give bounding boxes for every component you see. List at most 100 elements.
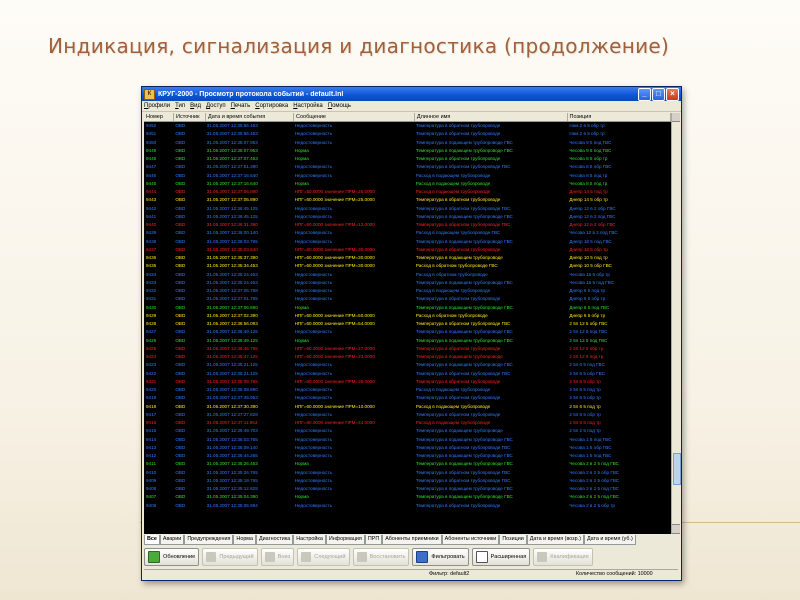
table-row[interactable]: 9410 OBD 31.05.2007 12:35:26.765 Недостовер…: [144, 469, 671, 477]
previous-button[interactable]: Предыдущий: [202, 548, 258, 566]
scroll-up-icon[interactable]: [672, 113, 680, 122]
tab-warnings[interactable]: Предупреждения: [184, 535, 234, 545]
tab-diagnostics[interactable]: Диагностика: [256, 535, 294, 545]
extended-button[interactable]: Расширенная: [471, 548, 531, 566]
column-header-source[interactable]: Источник: [174, 113, 207, 121]
tab-all[interactable]: Все: [144, 535, 160, 545]
window-titlebar[interactable]: К КРУГ-2000 - Просмотр протокола событий…: [142, 87, 681, 101]
cell-source: OBD: [175, 230, 186, 236]
tab-positions[interactable]: Позиции: [499, 535, 527, 545]
table-row[interactable]: 9430 OBD 31.05.2007 12:37:06.890 Норма Темпе…: [144, 304, 671, 312]
table-row[interactable]: 9439 OBD 31.05.2007 12:36:00.140 Недостовер…: [144, 229, 671, 237]
table-row[interactable]: 9433 OBD 31.05.2007 12:35:24.453 Недостовер…: [144, 279, 671, 287]
cell-datetime: 31.05.2007 12:35:03.640: [206, 246, 258, 252]
table-row[interactable]: 9409 OBD 31.05.2007 12:35:19.765 Недостовер…: [144, 477, 671, 485]
qualification-button[interactable]: Квалификация: [533, 548, 593, 566]
tab-datetime-desc[interactable]: Дата и время (уб.): [583, 535, 636, 545]
table-row[interactable]: 9413 OBD 31.05.2007 12:36:09.140 Недостовер…: [144, 444, 671, 452]
column-header-long-name[interactable]: Длинное имя: [415, 113, 568, 121]
table-row[interactable]: 9426 OBD 31.05.2007 12:36:49.125 Норма Темпе…: [144, 337, 671, 345]
cell-number: 9428: [146, 321, 157, 326]
close-icon[interactable]: ×: [666, 87, 679, 101]
minimize-icon[interactable]: _: [638, 87, 651, 101]
filter-button[interactable]: Фильтровать: [412, 548, 469, 566]
table-row[interactable]: 9427 OBD 31.05.2007 12:36:49.125 Недостовер…: [144, 328, 671, 336]
table-row[interactable]: 9451 OBD 31.05.2007 12:35:56.453 Недостовер…: [144, 130, 671, 138]
table-row[interactable]: 9419 OBD 31.05.2007 12:37:45.953 Недостовер…: [144, 394, 671, 402]
tab-datetime-asc[interactable]: Дата и время (возр.): [526, 535, 584, 545]
table-row[interactable]: 9438 OBD 31.05.2007 12:36:03.765 Недостовер…: [144, 238, 671, 246]
table-row[interactable]: 9432 OBD 31.05.2007 12:37:06.768 Недостовер…: [144, 287, 671, 295]
menu-profiles[interactable]: Профили: [144, 103, 170, 109]
cell-long-name: Температура в обратном трубопроводе: [415, 411, 501, 417]
table-row[interactable]: 9422 OBD 31.05.2007 12:35:21.125 Недостовер…: [144, 370, 671, 378]
table-row[interactable]: 9428 OBD 31.05.2007 12:36:56.093 НПГ=60.000…: [144, 320, 671, 328]
table-row[interactable]: 9424 OBD 31.05.2007 12:35:47.125 НПГ=60.000…: [144, 353, 671, 361]
table-row[interactable]: 9435 OBD 31.05.2007 12:35:34.453 НПГ=60.000…: [144, 262, 671, 270]
previous-label: Предыдущий: [219, 554, 254, 560]
menu-settings[interactable]: Настройка: [293, 103, 323, 109]
table-row[interactable]: 9417 OBD 31.05.2007 12:37:27.828 Недостовер…: [144, 411, 671, 419]
scroll-down-icon[interactable]: [672, 524, 680, 534]
column-header-datetime[interactable]: Дата и время события: [206, 113, 295, 121]
table-row[interactable]: 9440 OBD 31.05.2007 12:36:31.390 НПГ=60.000…: [144, 221, 671, 229]
table-row[interactable]: 9418 OBD 31.05.2007 12:37:30.390 НПГ=60.000…: [144, 403, 671, 411]
table-row[interactable]: 9408 OBD 31.05.2007 12:35:12.828 Недостовер…: [144, 485, 671, 493]
table-row[interactable]: 9416 OBD 31.05.2007 12:37:11.953 НПГ=60.000…: [144, 419, 671, 427]
tab-information[interactable]: Информация: [325, 535, 365, 545]
table-row[interactable]: 9442 OBD 31.05.2007 12:36:45.125 Недостовер…: [144, 205, 671, 213]
restore-button[interactable]: Восстановить: [352, 548, 410, 566]
table-row[interactable]: 9425 OBD 31.05.2007 12:36:45.765 НПГ=60.000…: [144, 345, 671, 353]
tab-sources[interactable]: Абоненты источники: [441, 535, 500, 545]
column-header-number[interactable]: Номер: [144, 113, 175, 121]
menu-sort[interactable]: Сортировка: [255, 103, 288, 109]
table-row[interactable]: 9443 OBD 31.05.2007 12:37:05.890 НПГ=60.000…: [144, 196, 671, 204]
table-row[interactable]: 9452 OBD 31.05.2007 12:35:56.453 Недостовер…: [144, 122, 671, 130]
table-row[interactable]: 9423 OBD 31.05.2007 12:35:21.125 Недостовер…: [144, 361, 671, 369]
menu-print[interactable]: Печать: [231, 103, 251, 109]
column-header-message[interactable]: Сообщение: [294, 113, 415, 121]
tab-settings[interactable]: Настройка: [293, 535, 326, 545]
down-button[interactable]: Вниз: [260, 548, 295, 566]
table-row[interactable]: 9445 OBD 31.05.2007 12:37:16.640 Норма Расхо…: [144, 180, 671, 188]
column-header-position[interactable]: Позиция: [568, 113, 671, 121]
table-row[interactable]: 9429 OBD 31.05.2007 12:37:02.390 НПГ=60.000…: [144, 312, 671, 320]
table-row[interactable]: 9411 OBD 31.05.2007 12:35:26.453 Норма Темпе…: [144, 460, 671, 468]
maximize-icon[interactable]: □: [652, 87, 665, 101]
table-row[interactable]: 9434 OBD 31.05.2007 12:35:24.453 Недостовер…: [144, 271, 671, 279]
table-row[interactable]: 9450 OBD 31.05.2007 12:35:07.953 Недостовер…: [144, 139, 671, 147]
cell-position: Чесова 9 5 под ГВС: [569, 147, 612, 153]
table-row[interactable]: 9437 OBD 31.05.2007 12:35:03.640 НПГ=60.000…: [144, 246, 671, 254]
table-row[interactable]: 9447 OBD 31.05.2007 12:37:51.390 Недостовер…: [144, 163, 671, 171]
table-row[interactable]: 9420 OBD 31.05.2007 12:35:08.890 Недостовер…: [144, 386, 671, 394]
next-button[interactable]: Следующий: [297, 548, 350, 566]
tab-prp[interactable]: ПРП: [364, 535, 383, 545]
tab-alarms[interactable]: Аварии: [159, 535, 185, 545]
menu-access[interactable]: Доступ: [206, 103, 226, 109]
menu-type[interactable]: Тип: [175, 103, 185, 109]
table-row[interactable]: 9412 OBD 31.05.2007 12:36:44.265 Недостовер…: [144, 452, 671, 460]
table-row[interactable]: 9449 OBD 31.05.2007 12:35:07.953 Норма Темпе…: [144, 147, 671, 155]
scroll-thumb[interactable]: [673, 453, 681, 485]
tab-receivers[interactable]: Абоненты приемники: [382, 535, 442, 545]
table-row[interactable]: 9444 OBD 31.05.2007 12:37:06.890 НПГ=60.000…: [144, 188, 671, 196]
table-row[interactable]: 9415 OBD 31.05.2007 12:36:49.703 Недостовер…: [144, 427, 671, 435]
table-row[interactable]: 9448 OBD 31.05.2007 12:37:07.453 Норма Темпе…: [144, 155, 671, 163]
table-row[interactable]: 9421 OBD 31.05.2007 12:35:09.765 НПГ=60.000…: [144, 378, 671, 386]
table-row[interactable]: 9441 OBD 31.05.2007 12:36:45.125 Недостовер…: [144, 213, 671, 221]
menu-view[interactable]: Вид: [190, 103, 201, 109]
menu-help[interactable]: Помощь: [328, 103, 351, 109]
cell-position: 2 5п 2 5 под тр: [569, 428, 601, 434]
table-row[interactable]: 9446 OBD 31.05.2007 12:37:16.640 Недостовер…: [144, 172, 671, 180]
vertical-scrollbar[interactable]: [671, 113, 681, 534]
cell-datetime: 31.05.2007 12:35:19.765: [206, 477, 258, 483]
tab-normal[interactable]: Норма: [233, 535, 257, 545]
table-row[interactable]: 9431 OBD 31.05.2007 12:37:01.765 Недостовер…: [144, 295, 671, 303]
table-row[interactable]: 9436 OBD 31.05.2007 12:35:37.390 НПГ=60.000…: [144, 254, 671, 262]
table-row[interactable]: 9406 OBD 31.05.2007 12:35:06.984 Недостовер…: [144, 502, 671, 510]
table-row[interactable]: 9407 OBD 31.05.2007 12:35:04.390 Норма Темпе…: [144, 493, 671, 501]
print-icon: [537, 552, 548, 562]
refresh-button[interactable]: Обновление: [144, 548, 200, 566]
table-row[interactable]: 9414 OBD 31.05.2007 12:36:03.765 Недостовер…: [144, 436, 671, 444]
cell-long-name: Температура в обратном трубопроводе ГВС: [415, 205, 511, 211]
